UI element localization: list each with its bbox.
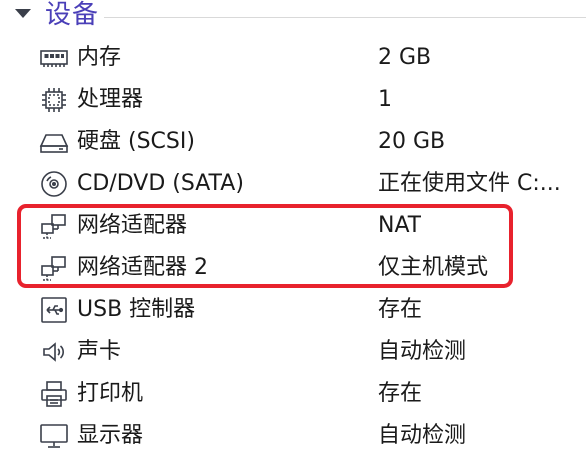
device-row-display[interactable]: 显示器 自动检测 <box>0 415 586 457</box>
device-value: 2 GB <box>378 45 432 70</box>
device-value: NAT <box>378 213 422 238</box>
network-adapter-icon <box>39 211 69 241</box>
device-row-network-adapter-2[interactable]: 网络适配器 2 仅主机模式 <box>0 247 586 289</box>
device-name: 声卡 <box>77 339 122 364</box>
printer-icon <box>39 379 69 409</box>
device-name: 打印机 <box>77 381 144 406</box>
device-value: 20 GB <box>378 129 446 154</box>
device-row-network-adapter[interactable]: 网络适配器 NAT <box>0 205 586 247</box>
device-name: 显示器 <box>77 423 144 448</box>
cd-dvd-icon <box>39 169 69 199</box>
device-name: CD/DVD (SATA) <box>77 171 244 196</box>
triangle-down-icon[interactable] <box>15 9 31 18</box>
device-value: 1 <box>378 87 392 112</box>
sound-card-icon <box>39 337 69 367</box>
device-value: 自动检测 <box>378 423 467 448</box>
section-title: 设备 <box>45 0 100 30</box>
device-row-sound-card[interactable]: 声卡 自动检测 <box>0 331 586 373</box>
hard-disk-icon <box>39 127 69 157</box>
device-value: 正在使用文件 C:... <box>378 171 561 196</box>
device-value: 仅主机模式 <box>378 255 489 280</box>
device-row-processor[interactable]: 处理器 1 <box>0 79 586 121</box>
device-row-cd-dvd[interactable]: CD/DVD (SATA) 正在使用文件 C:... <box>0 163 586 205</box>
device-row-memory[interactable]: 内存 2 GB <box>0 37 586 79</box>
device-name: 内存 <box>77 45 122 70</box>
header-divider <box>104 17 586 18</box>
device-row-printer[interactable]: 打印机 存在 <box>0 373 586 415</box>
device-list: 内存 2 GB 处理器 1 硬盘 (SCSI) 20 GB CD/DVD (SA… <box>0 37 586 457</box>
device-value: 自动检测 <box>378 339 467 364</box>
display-icon <box>39 421 69 451</box>
device-name: 处理器 <box>77 87 144 112</box>
device-name: USB 控制器 <box>77 297 196 322</box>
device-name: 硬盘 (SCSI) <box>77 129 195 154</box>
device-value: 存在 <box>378 381 423 406</box>
device-row-usb-controller[interactable]: USB 控制器 存在 <box>0 289 586 331</box>
processor-icon <box>39 85 69 115</box>
devices-section-header[interactable]: 设备 <box>0 0 586 34</box>
device-value: 存在 <box>378 297 423 322</box>
device-row-hard-disk[interactable]: 硬盘 (SCSI) 20 GB <box>0 121 586 163</box>
device-name: 网络适配器 2 <box>77 255 208 280</box>
device-name: 网络适配器 <box>77 213 188 238</box>
memory-icon <box>39 43 69 73</box>
network-adapter-icon <box>39 253 69 283</box>
usb-controller-icon <box>39 295 69 325</box>
